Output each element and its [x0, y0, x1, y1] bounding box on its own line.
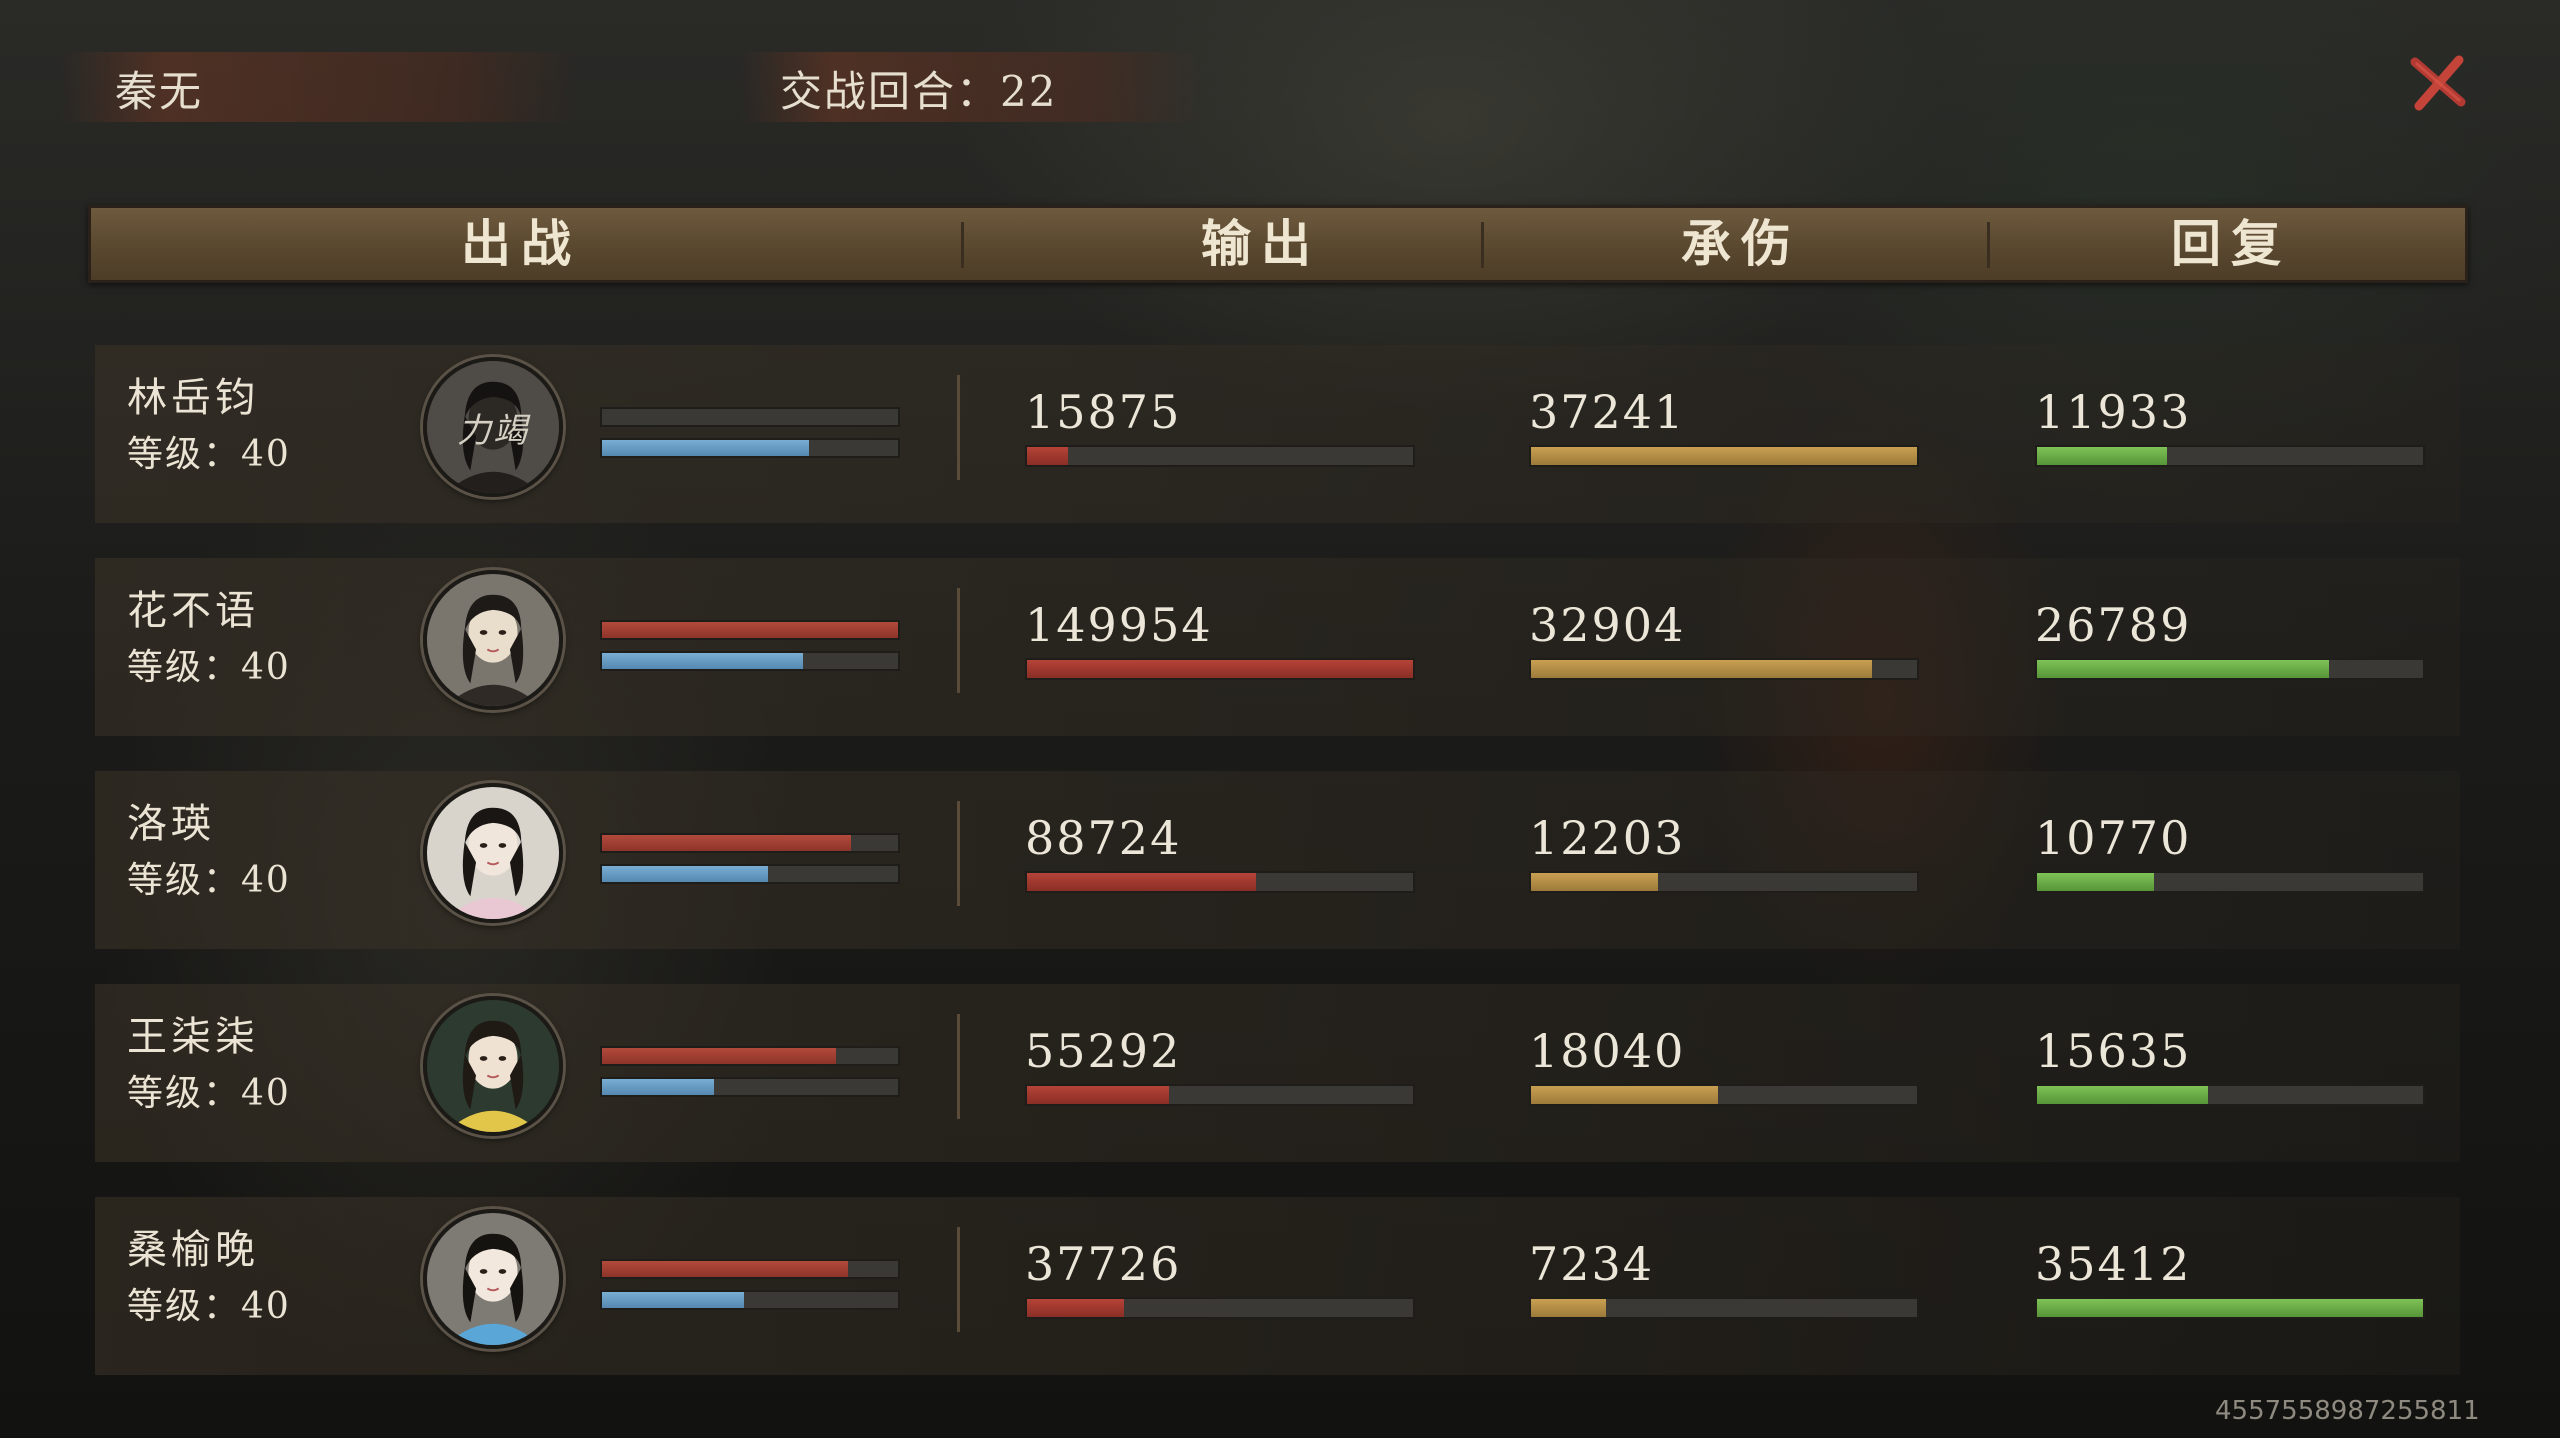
damage-bar [1025, 871, 1415, 893]
heal-value: 15635 [2035, 1024, 2192, 1078]
character-avatar [423, 783, 563, 923]
damage-value: 88724 [1025, 811, 1182, 865]
taken-bar [1529, 871, 1919, 893]
round-counter: 交战回合：22 [780, 67, 1058, 116]
taken-bar [1529, 445, 1919, 467]
character-name: 桑榆晚 [127, 1227, 259, 1273]
character-row[interactable]: 桑榆晚 等级：40 37726 7234 35412 [95, 1197, 2460, 1375]
hp-bar [600, 1046, 900, 1066]
player-name: 秦无 [115, 67, 204, 116]
row-divider [957, 1227, 960, 1332]
character-row[interactable]: 洛瑛 等级：40 88724 12203 10770 [95, 771, 2460, 949]
heal-bar [2035, 1084, 2425, 1106]
hp-bar [600, 1259, 900, 1279]
row-divider [957, 375, 960, 480]
damage-bar [1025, 658, 1415, 680]
close-button[interactable] [2405, 50, 2471, 116]
user-id: 4557558987255811 [2215, 1396, 2480, 1426]
damage-bar [1025, 1297, 1415, 1319]
header-divider [1987, 222, 1990, 268]
close-icon [2410, 55, 2466, 111]
character-level: 等级：40 [127, 860, 291, 901]
character-name: 洛瑛 [127, 801, 215, 847]
avatar-status-text: 力竭 [427, 361, 559, 493]
heal-bar [2035, 445, 2425, 467]
row-divider [957, 1014, 960, 1119]
heal-bar [2035, 658, 2425, 680]
heal-value: 10770 [2035, 811, 2192, 865]
damage-bar [1025, 1084, 1415, 1106]
character-row[interactable]: 林岳钧 等级：40 力竭 15875 37241 11933 [95, 345, 2460, 523]
character-avatar [423, 996, 563, 1136]
character-avatar [423, 1209, 563, 1349]
character-level: 等级：40 [127, 1286, 291, 1327]
mp-bar [600, 651, 900, 671]
taken-value: 32904 [1529, 598, 1686, 652]
hp-bar [600, 620, 900, 640]
character-avatar [423, 570, 563, 710]
damage-bar [1025, 445, 1415, 467]
heal-value: 26789 [2035, 598, 2192, 652]
character-level: 等级：40 [127, 647, 291, 688]
taken-value: 37241 [1529, 385, 1686, 439]
heal-bar [2035, 1297, 2425, 1319]
damage-value: 55292 [1025, 1024, 1182, 1078]
taken-bar [1529, 658, 1919, 680]
heal-value: 11933 [2035, 385, 2192, 439]
taken-bar [1529, 1297, 1919, 1319]
row-divider [957, 801, 960, 906]
mp-bar [600, 1290, 900, 1310]
character-name: 花不语 [127, 588, 259, 634]
mp-bar [600, 864, 900, 884]
heal-bar [2035, 871, 2425, 893]
stats-header: 出战 输出 承伤 回复 [88, 205, 2468, 283]
taken-value: 18040 [1529, 1024, 1686, 1078]
taken-bar [1529, 1084, 1919, 1106]
character-row[interactable]: 花不语 等级：40 149954 32904 26789 [95, 558, 2460, 736]
damage-value: 149954 [1025, 598, 1213, 652]
header-divider [1481, 222, 1484, 268]
header-deploy: 出战 [461, 214, 581, 273]
character-avatar: 力竭 [423, 357, 563, 497]
character-level: 等级：40 [127, 1073, 291, 1114]
character-name: 林岳钧 [127, 375, 259, 421]
taken-value: 12203 [1529, 811, 1686, 865]
character-name: 王柒柒 [127, 1014, 259, 1060]
header-damage: 输出 [1201, 214, 1321, 273]
header-divider [961, 222, 964, 268]
hp-bar [600, 833, 900, 853]
header-taken: 承伤 [1681, 214, 1801, 273]
damage-value: 15875 [1025, 385, 1182, 439]
character-row[interactable]: 王柒柒 等级：40 55292 18040 15635 [95, 984, 2460, 1162]
damage-value: 37726 [1025, 1237, 1182, 1291]
header-heal: 回复 [2171, 214, 2291, 273]
taken-value: 7234 [1529, 1237, 1655, 1291]
row-divider [957, 588, 960, 693]
heal-value: 35412 [2035, 1237, 2192, 1291]
hp-bar [600, 407, 900, 427]
mp-bar [600, 1077, 900, 1097]
character-level: 等级：40 [127, 434, 291, 475]
mp-bar [600, 438, 900, 458]
